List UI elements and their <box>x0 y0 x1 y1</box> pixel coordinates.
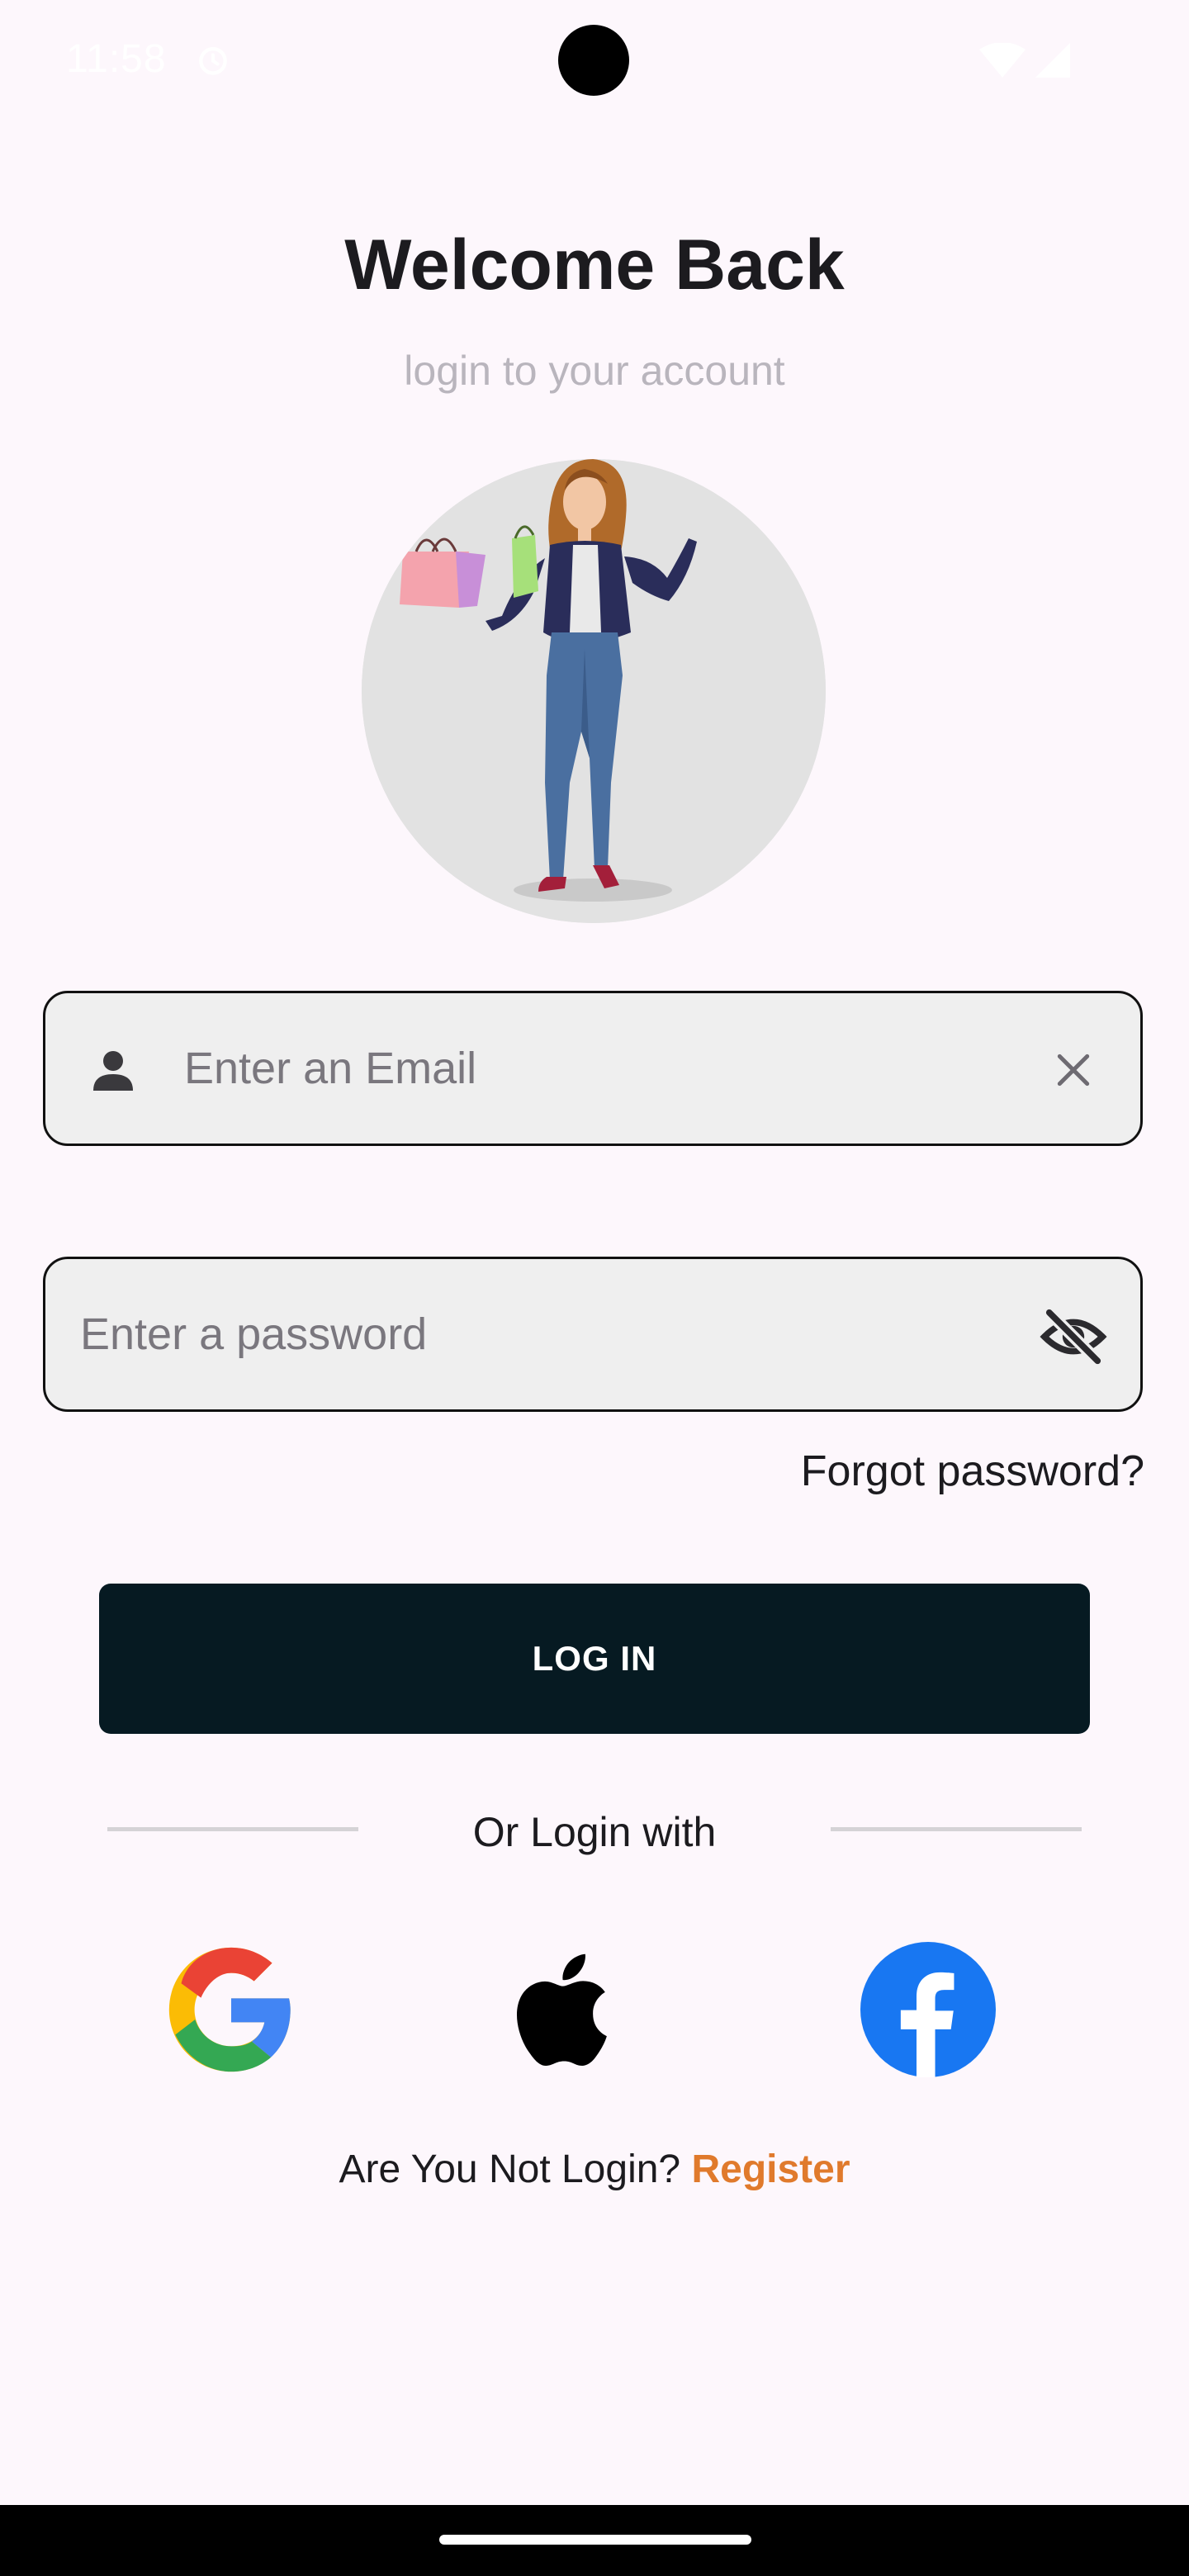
eye-off-icon[interactable] <box>1040 1307 1107 1366</box>
google-icon <box>168 1947 291 2072</box>
google-login-button[interactable] <box>163 1942 299 2077</box>
register-link[interactable]: Register <box>691 2147 850 2191</box>
page-title: Welcome Back <box>344 225 845 305</box>
status-time: 11:58 <box>66 37 167 81</box>
divider-line-right <box>831 1827 1082 1831</box>
shopping-woman-illustration <box>362 459 826 923</box>
page-subtitle: login to your account <box>404 348 785 394</box>
signal-icon <box>1035 43 1070 78</box>
wifi-icon <box>979 43 1026 78</box>
email-input[interactable] <box>184 993 1010 1144</box>
password-field[interactable] <box>43 1257 1143 1412</box>
login-button[interactable]: LOG IN <box>99 1584 1090 1734</box>
social-divider-label: Or Login with <box>472 1809 717 1855</box>
status-bar: 11:58 <box>0 0 1189 124</box>
password-input[interactable] <box>80 1259 1021 1409</box>
register-question: Are You Not Login? <box>339 2147 681 2191</box>
email-field[interactable] <box>43 991 1143 1146</box>
close-icon[interactable] <box>1053 1049 1094 1091</box>
camera-cutout <box>558 25 629 96</box>
forgot-password-link[interactable]: Forgot password? <box>801 1447 1144 1496</box>
apple-icon <box>516 1953 607 2067</box>
home-indicator[interactable] <box>439 2535 751 2545</box>
person-icon <box>93 1051 133 1091</box>
facebook-login-button[interactable] <box>860 1942 996 2077</box>
apple-login-button[interactable] <box>499 1942 634 2077</box>
facebook-icon <box>860 1942 996 2077</box>
register-prompt: Are You Not Login? Register <box>0 2147 1189 2192</box>
alarm-icon <box>199 46 227 75</box>
